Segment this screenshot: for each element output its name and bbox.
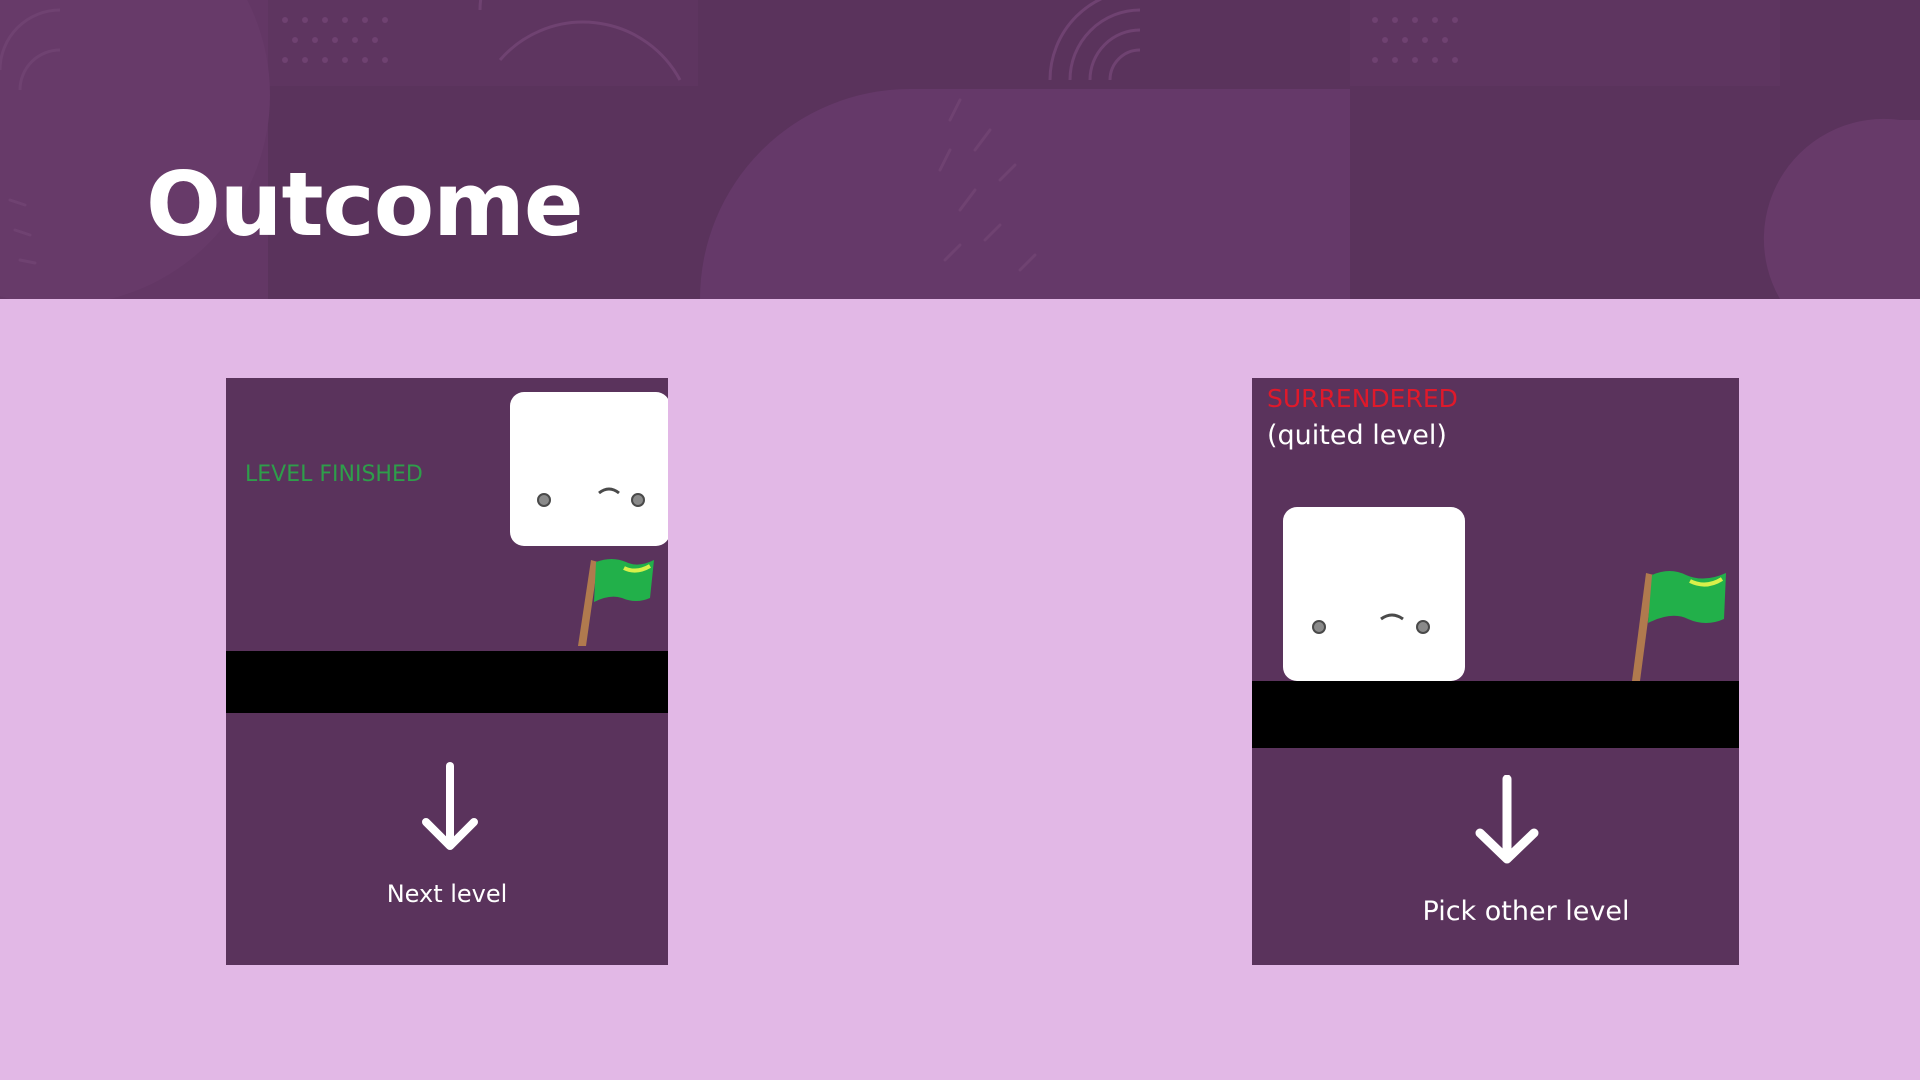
surrendered-panel: SURRENDERED (quited level) Pick other le…: [1252, 378, 1739, 965]
ground-platform: [1252, 681, 1739, 748]
next-level-label: Next level: [386, 880, 508, 908]
cube-character-icon: [1283, 507, 1465, 681]
brow-icon: [598, 487, 620, 495]
level-finished-panel: LEVEL FINISHED Next level: [226, 378, 668, 965]
eye-right-icon: [631, 493, 645, 507]
cube-character-icon: [510, 392, 668, 546]
slide-header: Outcome: [0, 0, 1920, 299]
brow-icon: [1380, 613, 1404, 621]
down-arrow-icon: [1475, 775, 1539, 864]
surrendered-status: SURRENDERED: [1267, 384, 1458, 413]
level-finished-status: LEVEL FINISHED: [245, 462, 423, 487]
slide-title: Outcome: [146, 153, 584, 256]
pick-other-level-label: Pick other level: [1422, 896, 1630, 927]
eye-left-icon: [537, 493, 551, 507]
flag-icon: [1632, 571, 1726, 681]
surrendered-subtext: (quited level): [1267, 420, 1447, 451]
down-arrow-icon: [422, 762, 478, 850]
flag-icon: [578, 559, 654, 646]
eye-left-icon: [1312, 620, 1326, 634]
eye-right-icon: [1416, 620, 1430, 634]
ground-platform: [226, 651, 668, 713]
